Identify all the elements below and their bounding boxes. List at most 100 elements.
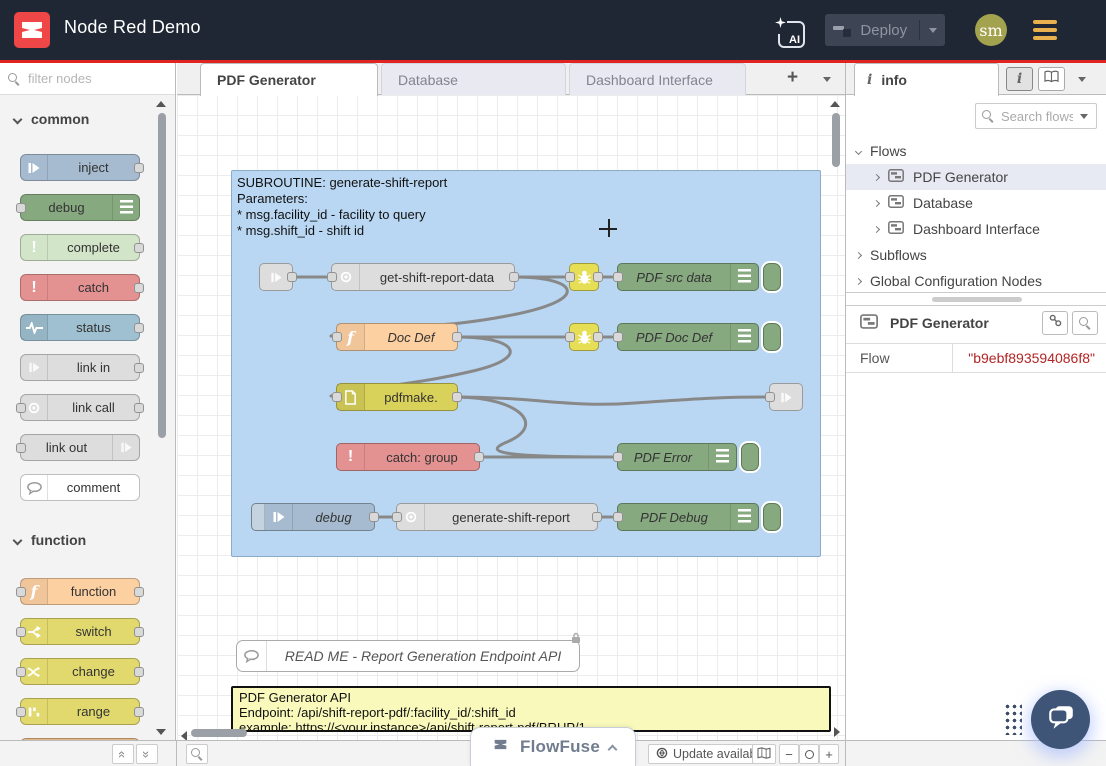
port[interactable] [613, 332, 623, 342]
node-pdf-doc-def[interactable]: PDF Doc Def [617, 323, 759, 351]
canvas-hscrollbar[interactable] [191, 729, 247, 737]
palette-search[interactable] [0, 63, 176, 95]
ai-assistant-button[interactable]: AI [778, 21, 805, 48]
node-pdf-src-data[interactable]: PDF src data [617, 263, 759, 291]
port[interactable] [16, 627, 26, 637]
port[interactable] [327, 272, 337, 282]
palette-node-comment[interactable]: comment [20, 474, 140, 501]
palette-category-common[interactable]: common [14, 111, 89, 127]
node-debug-bug-2[interactable] [569, 323, 599, 351]
node-get-shift-report-data[interactable]: get-shift-report-data [331, 263, 515, 291]
sidebar-flow-search[interactable] [975, 103, 1097, 129]
port[interactable] [134, 627, 144, 637]
port[interactable] [16, 667, 26, 677]
flow-id-value[interactable]: "b9ebf893594086f8" [953, 344, 1106, 372]
user-avatar[interactable]: sm [975, 14, 1007, 46]
canvas-scroll-up-icon[interactable] [830, 101, 840, 107]
hamburger-menu-icon[interactable] [1033, 20, 1057, 40]
port[interactable] [565, 272, 575, 282]
port[interactable] [134, 403, 144, 413]
port[interactable] [287, 272, 297, 282]
palette-node-range[interactable]: range [20, 698, 140, 725]
port[interactable] [392, 512, 402, 522]
canvas-scroll-left-icon[interactable] [181, 731, 187, 740]
canvas-scroll-right-icon[interactable] [834, 727, 840, 737]
wire[interactable] [458, 397, 612, 457]
debug-toggle-button[interactable] [763, 263, 781, 291]
tree-item-pdf-generator[interactable]: PDF Generator [846, 164, 1106, 190]
tree-subflows[interactable]: Subflows [846, 242, 1106, 268]
navigator-button[interactable] [752, 744, 776, 764]
zoom-search-button[interactable] [186, 744, 208, 764]
port[interactable] [16, 203, 26, 213]
palette-node-link-call[interactable]: link call [20, 394, 140, 421]
port[interactable] [593, 332, 603, 342]
palette-filter-input[interactable] [26, 70, 146, 87]
tab-list-caret[interactable] [823, 77, 831, 82]
sidebar-options-caret[interactable] [1078, 77, 1086, 82]
port[interactable] [16, 403, 26, 413]
port[interactable] [332, 332, 342, 342]
tab-dashboard-interface[interactable]: Dashboard Interface [569, 63, 746, 95]
palette-expand-button[interactable]: » [136, 744, 158, 764]
palette-node-debug[interactable]: debug [20, 194, 140, 221]
tab-info[interactable]: i info [854, 63, 999, 96]
canvas-vscrollbar[interactable] [832, 113, 840, 167]
port[interactable] [134, 283, 144, 293]
zoom-reset-button[interactable] [799, 744, 819, 764]
palette-node-inject[interactable]: inject [20, 154, 140, 181]
port[interactable] [509, 272, 519, 282]
zoom-out-button[interactable]: − [779, 744, 799, 764]
debug-toggle-button[interactable] [741, 443, 759, 471]
port[interactable] [613, 452, 623, 462]
search-caret[interactable] [1080, 114, 1088, 119]
port[interactable] [134, 363, 144, 373]
chat-widget-button[interactable] [1031, 690, 1090, 749]
node-link-in[interactable] [259, 263, 293, 291]
palette-node-catch[interactable]: ! catch [20, 274, 140, 301]
port[interactable] [134, 323, 144, 333]
palette-node-change[interactable]: change [20, 658, 140, 685]
port[interactable] [134, 587, 144, 597]
port[interactable] [593, 272, 603, 282]
node-inject-debug[interactable]: debug [251, 503, 375, 531]
palette-node-switch[interactable]: switch [20, 618, 140, 645]
search-flow-button[interactable] [1072, 311, 1098, 335]
flowfuse-panel-button[interactable]: FlowFuse [470, 727, 636, 766]
api-note-box[interactable]: PDF Generator API Endpoint: /api/shift-r… [231, 686, 831, 732]
tab-pdf-generator[interactable]: PDF Generator [200, 63, 378, 96]
palette-node-complete[interactable]: ! complete [20, 234, 140, 261]
palette-node-link-in[interactable]: link in [20, 354, 140, 381]
tab-database[interactable]: Database [381, 63, 566, 95]
palette-scrollbar[interactable] [158, 113, 166, 438]
chat-drag-handle[interactable] [1003, 702, 1022, 735]
port[interactable] [565, 332, 575, 342]
palette-collapse-button[interactable]: « [112, 744, 134, 764]
node-doc-def[interactable]: f Doc Def [336, 323, 458, 351]
node-link-out[interactable] [769, 383, 803, 411]
port[interactable] [16, 707, 26, 717]
port[interactable] [369, 512, 379, 522]
palette-scroll-up-icon[interactable] [156, 101, 166, 107]
node-catch-group[interactable]: ! catch: group [336, 443, 480, 471]
node-comment-readme[interactable]: READ ME - Report Generation Endpoint API [236, 640, 580, 672]
node-pdf-error[interactable]: PDF Error [617, 443, 737, 471]
port[interactable] [474, 452, 484, 462]
port[interactable] [592, 512, 602, 522]
debug-toggle-button[interactable] [763, 323, 781, 351]
node-debug-bug-1[interactable] [569, 263, 599, 291]
port[interactable] [16, 443, 26, 453]
palette-node-link-out[interactable]: link out [20, 434, 140, 461]
deploy-button[interactable]: Deploy [825, 14, 945, 46]
tree-item-database[interactable]: Database [846, 190, 1106, 216]
port[interactable] [134, 243, 144, 253]
flow-search-input[interactable] [999, 108, 1075, 125]
node-pdfmake[interactable]: pdfmake. [336, 383, 458, 411]
port[interactable] [613, 512, 623, 522]
port[interactable] [134, 707, 144, 717]
inject-button[interactable] [252, 504, 265, 530]
info-view-button[interactable]: i [1006, 67, 1033, 91]
add-tab-button[interactable]: + [787, 67, 798, 89]
palette-scroll-down-icon[interactable] [156, 729, 166, 735]
flow-canvas[interactable]: SUBROUTINE: generate-shift-report Parame… [177, 95, 845, 740]
